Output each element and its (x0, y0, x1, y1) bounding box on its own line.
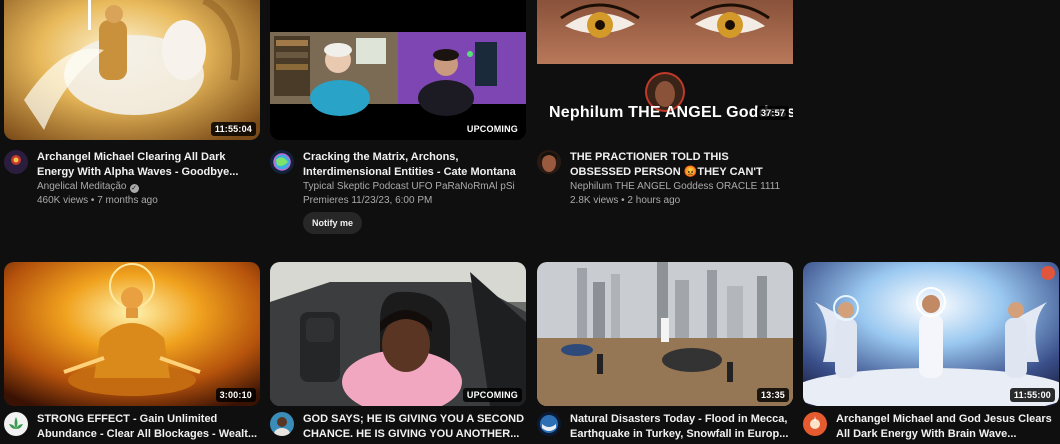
video-title[interactable]: GOD SAYS; HE IS GIVING YOU A SECOND CHAN… (303, 412, 525, 442)
orange-avatar-icon[interactable] (803, 412, 827, 436)
woman-in-car-image (270, 262, 526, 406)
video-title[interactable]: Natural Disasters Today - Flood in Mecca… (570, 412, 792, 442)
video-thumbnail[interactable]: UPCOMING (270, 0, 526, 140)
woman-avatar-icon[interactable] (537, 150, 561, 174)
archangel-horse-image (4, 0, 260, 140)
angel-avatar-icon[interactable] (4, 150, 28, 174)
city-flood-image (537, 262, 793, 406)
video-thumbnail[interactable]: 3:00:10 (4, 262, 260, 406)
duration-badge: 37:57 (756, 106, 789, 120)
video-title[interactable]: Cracking the Matrix, Archons, Interdimen… (303, 150, 525, 180)
angels-and-jesus-image (803, 262, 1059, 406)
verified-check-icon: ✓ (129, 184, 139, 193)
person-avatar-icon[interactable] (270, 412, 294, 436)
channel-name[interactable]: Typical Skeptic Podcast UFO PaRaNoRmAl p… (303, 181, 515, 192)
video-title[interactable]: Archangel Michael Clearing All Dark Ener… (37, 150, 259, 180)
video-stats: 460K views • 7 months ago (37, 195, 158, 206)
duration-badge: 11:55:00 (1009, 388, 1055, 402)
globe-avatar-icon[interactable] (270, 150, 294, 174)
duration-badge: 3:00:10 (215, 388, 256, 402)
video-thumbnail[interactable]: UPCOMING (270, 262, 526, 406)
premiere-time: Premieres 11/23/23, 6:00 PM (303, 195, 433, 206)
podcast-video-call-image (270, 0, 526, 140)
video-title[interactable]: STRONG EFFECT - Gain Unlimited Abundance… (37, 412, 259, 442)
duration-badge: 13:35 (756, 388, 789, 402)
video-thumbnail[interactable]: 13:35 (537, 262, 793, 406)
video-title[interactable]: Archangel Michael and God Jesus Clears A… (836, 412, 1058, 442)
channel-name[interactable]: Angelical Meditação ✓ (37, 181, 139, 193)
upcoming-badge: UPCOMING (462, 388, 522, 402)
channel-name-text[interactable]: Angelical Meditação (37, 181, 127, 192)
channel-name[interactable]: Nephilum THE ANGEL Goddess ORACLE 1111 (570, 181, 780, 192)
notify-me-button[interactable]: Notify me (303, 212, 363, 234)
video-thumbnail[interactable]: 11:55:00 (803, 262, 1059, 406)
lotus-avatar-icon[interactable] (4, 412, 28, 436)
duration-badge: 11:55:04 (210, 122, 256, 136)
video-stats: 2.8K views • 2 hours ago (570, 195, 681, 206)
video-title[interactable]: THE PRACTIONER TOLD THIS OBSESSED PERSON… (570, 150, 792, 180)
golden-meditation-image (4, 262, 260, 406)
video-thumbnail[interactable]: Nephilum THE ANGEL Goddess 37:57 (537, 0, 793, 142)
earth-avatar-icon[interactable] (537, 412, 561, 436)
upcoming-badge: UPCOMING (462, 122, 522, 136)
channel-logo-icon (1041, 266, 1055, 280)
video-thumbnail[interactable]: 11:55:04 (4, 0, 260, 140)
